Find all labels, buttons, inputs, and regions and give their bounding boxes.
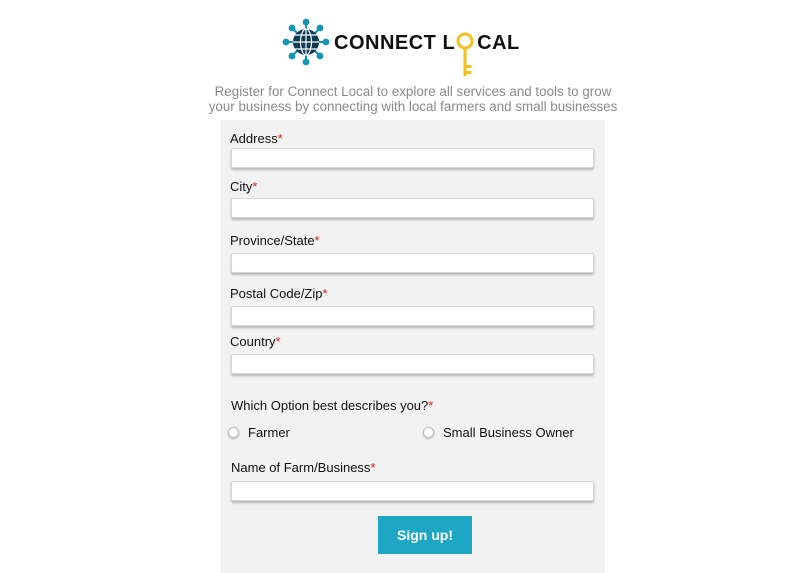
logo-wordmark-part1: CONNECT L [334,32,456,54]
radio-label-farmer: Farmer [248,425,290,440]
globe-network-icon [282,18,330,66]
address-input[interactable] [231,148,594,168]
connect-local-logo: CONNECT L CAL [282,18,522,80]
radio-button[interactable] [228,427,239,438]
address-label: Address* [230,131,283,146]
required-marker: * [277,131,283,146]
intro-text: Register for Connect Local to explore al… [208,84,618,114]
country-label-text: Country [230,334,276,349]
province-state-label-text: Province/State [230,233,315,248]
radio-label-small-business-owner: Small Business Owner [443,425,574,440]
postal-code-label: Postal Code/Zip* [230,286,328,301]
postal-code-input[interactable] [231,306,594,326]
required-marker: * [252,179,258,194]
logo-wordmark-part2: CAL [477,32,520,54]
farm-business-name-label-text: Name of Farm/Business [231,460,371,475]
option-question-text: Which Option best describes you? [231,398,429,413]
city-label: City* [230,179,257,194]
postal-code-label-text: Postal Code/Zip [230,286,323,301]
country-label: Country* [230,334,281,349]
province-state-label: Province/State* [230,233,320,248]
logo-wordmark: CONNECT L CAL [334,32,520,55]
required-marker: * [370,460,376,475]
radio-option-farmer[interactable]: Farmer [228,425,290,440]
radio-option-small-business-owner[interactable]: Small Business Owner [423,425,574,440]
option-question: Which Option best describes you?* [231,398,433,413]
farm-business-name-input[interactable] [231,481,594,501]
required-marker: * [428,398,434,413]
radio-button[interactable] [423,427,434,438]
required-marker: * [314,233,320,248]
city-input[interactable] [231,198,594,218]
registration-form: Address* City* Province/State* Postal Co… [221,120,605,573]
sign-up-button[interactable]: Sign up! [378,516,472,554]
key-icon [456,32,474,76]
required-marker: * [275,334,281,349]
farm-business-name-label: Name of Farm/Business* [231,460,376,475]
country-input[interactable] [231,354,594,374]
city-label-text: City [230,179,253,194]
province-state-input[interactable] [231,253,594,273]
address-label-text: Address [230,131,278,146]
required-marker: * [322,286,328,301]
